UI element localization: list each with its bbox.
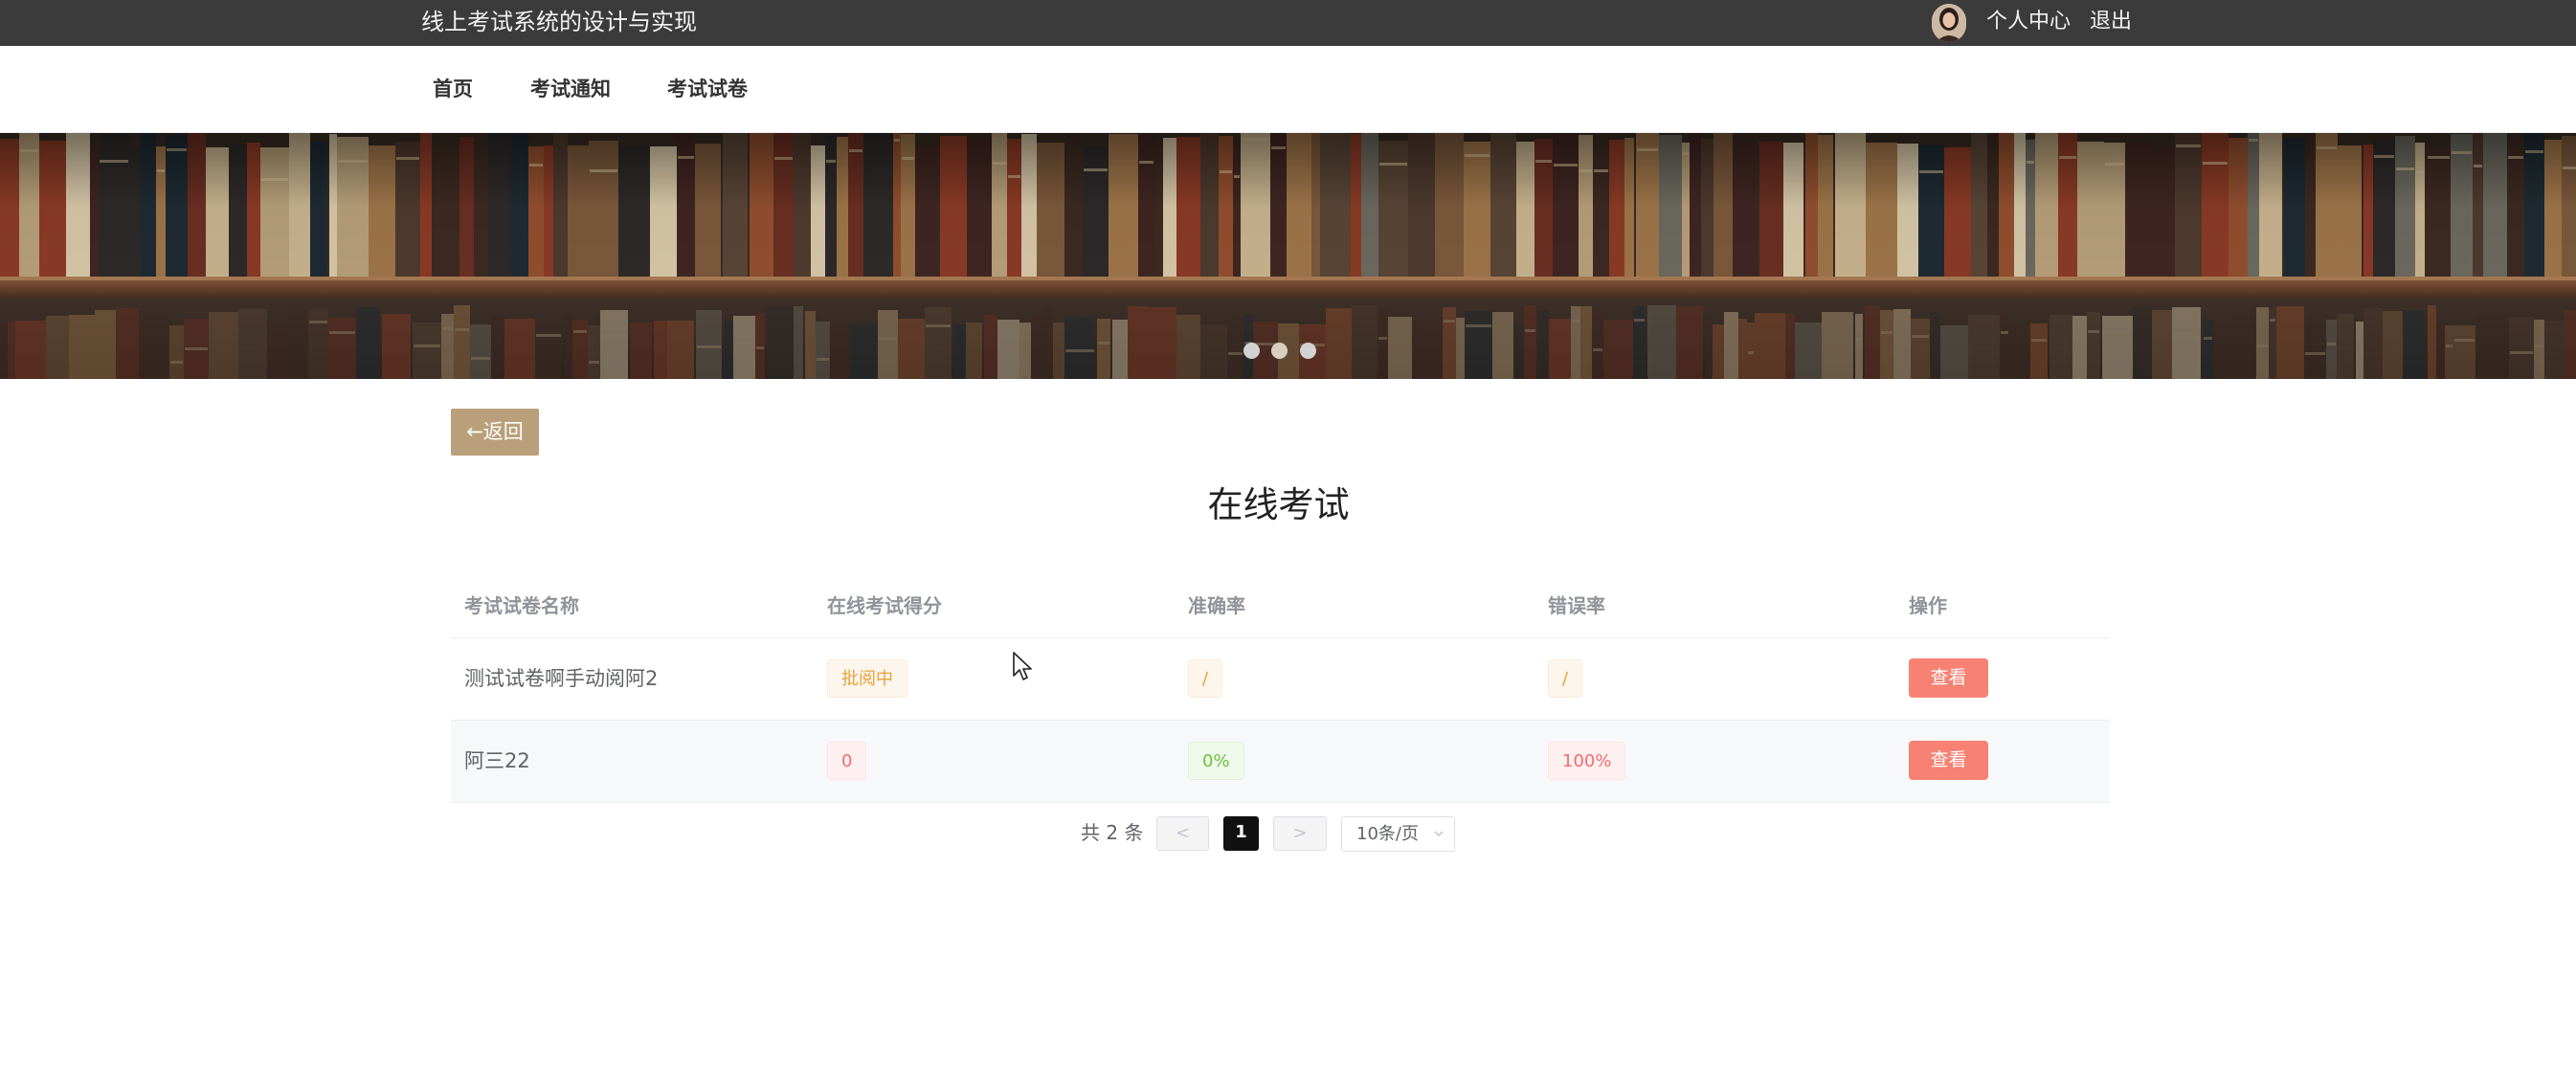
back-button[interactable]: ←返回 (451, 409, 539, 456)
nav-item-home[interactable]: 首页 (433, 75, 473, 103)
pagination-page-1[interactable]: 1 (1223, 816, 1259, 851)
table-row: 阿三22 0 0% 100% 查看 (451, 721, 2110, 803)
logout-link[interactable]: 退出 (2090, 8, 2132, 36)
paper-name-cell: 阿三22 (464, 749, 530, 772)
nav-item-exam-notice[interactable]: 考试通知 (530, 75, 611, 103)
pagination-next-button[interactable]: > (1273, 816, 1327, 851)
page-size-value: 10条/页 (1356, 824, 1419, 844)
pagination-total: 共 2 条 (1081, 821, 1144, 844)
column-header-score: 在线考试得分 (827, 594, 942, 617)
exam-results-table: 考试试卷名称 在线考试得分 准确率 错误率 操作 测试试卷啊手动阅阿2 批阅中 … (451, 574, 2110, 803)
view-button[interactable]: 查看 (1909, 658, 1988, 698)
nav-item-exam-paper[interactable]: 考试试卷 (667, 75, 748, 103)
table-header: 考试试卷名称 在线考试得分 准确率 错误率 操作 (451, 574, 2110, 638)
top-header-bar: 线上考试系统的设计与实现 个人中心 退出 (0, 0, 2576, 46)
chevron-down-icon (1434, 831, 1444, 837)
error-rate-tag: / (1548, 659, 1583, 698)
column-header-action: 操作 (1909, 594, 1947, 617)
site-title: 线上考试系统的设计与实现 (421, 9, 697, 35)
carousel-dot-3[interactable] (1300, 343, 1316, 359)
column-header-paper-name: 考试试卷名称 (464, 594, 579, 617)
accuracy-tag: / (1188, 659, 1223, 698)
error-rate-tag: 100% (1548, 742, 1626, 780)
table-row: 测试试卷啊手动阅阿2 批阅中 / / 查看 (451, 638, 2110, 721)
mouse-cursor-icon (1013, 652, 1032, 680)
view-button[interactable]: 查看 (1909, 741, 1988, 780)
column-header-error-rate: 错误率 (1548, 594, 1605, 617)
main-navigation: 首页 考试通知 考试试卷 (0, 46, 2576, 133)
column-header-accuracy: 准确率 (1188, 594, 1245, 617)
carousel-dot-2[interactable] (1271, 343, 1288, 359)
avatar-portrait-icon (1932, 4, 1966, 42)
page-size-select[interactable]: 10条/页 (1341, 816, 1455, 852)
score-tag: 0 (827, 742, 867, 780)
accuracy-tag: 0% (1188, 742, 1244, 780)
user-avatar[interactable] (1932, 4, 1966, 42)
pagination-prev-button[interactable]: < (1156, 816, 1209, 851)
bookshelf-banner-image (0, 133, 2576, 379)
personal-center-link[interactable]: 个人中心 (1986, 8, 2071, 36)
paper-name-cell: 测试试卷啊手动阅阿2 (464, 667, 659, 690)
banner-carousel[interactable] (0, 133, 2576, 379)
page-title: 在线考试 (1207, 484, 1350, 525)
carousel-dot-1[interactable] (1243, 343, 1260, 359)
score-tag: 批阅中 (827, 659, 907, 698)
